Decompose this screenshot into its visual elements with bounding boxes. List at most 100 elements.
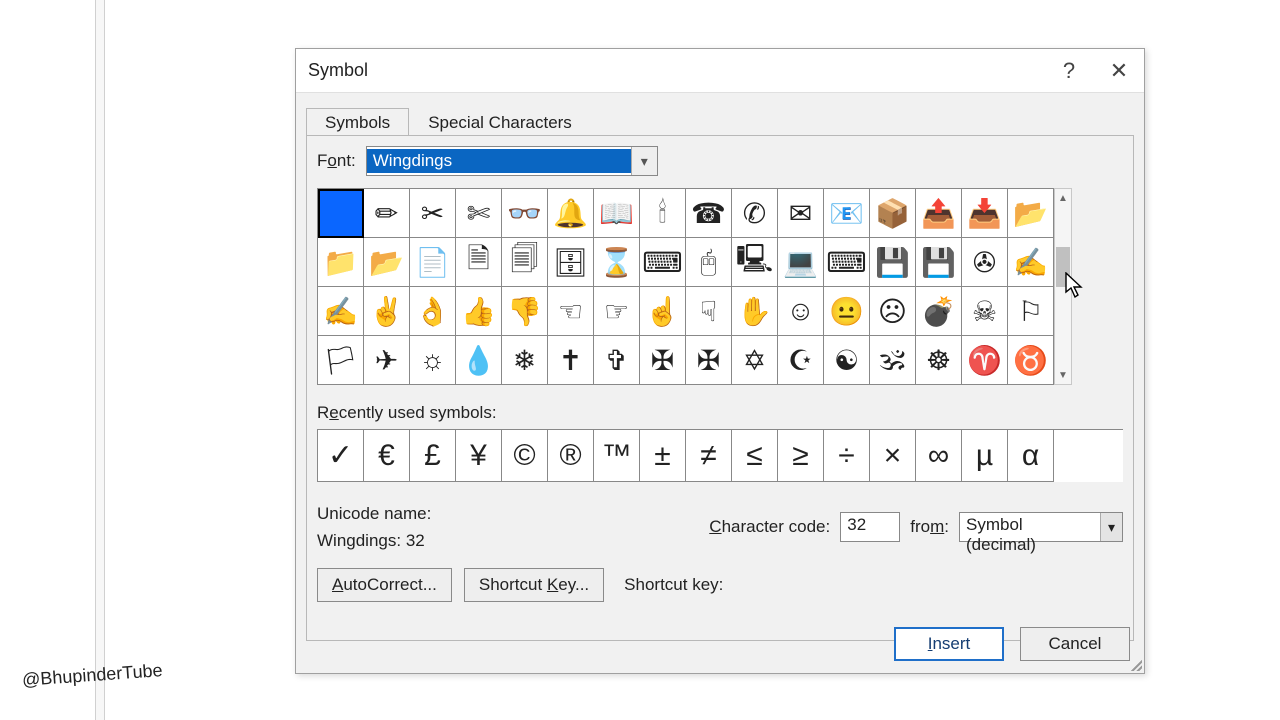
symbol-cell[interactable]: ✂ xyxy=(410,189,456,238)
symbol-cell[interactable]: 🗐 xyxy=(502,238,548,287)
symbol-cell[interactable]: 📤 xyxy=(916,189,962,238)
symbol-cell[interactable]: ♉ xyxy=(1008,336,1054,385)
scroll-up-icon[interactable]: ▲ xyxy=(1055,189,1071,207)
character-code-input[interactable]: 32 xyxy=(840,512,900,542)
symbol-cell[interactable]: ☪ xyxy=(778,336,824,385)
recent-symbol-cell[interactable]: ™ xyxy=(594,430,640,482)
symbol-cell[interactable]: ✄ xyxy=(456,189,502,238)
symbol-cell[interactable]: ☸ xyxy=(916,336,962,385)
symbol-cell[interactable]: ☯ xyxy=(824,336,870,385)
symbol-cell[interactable]: 👓 xyxy=(502,189,548,238)
symbol-cell[interactable]: ✞ xyxy=(594,336,640,385)
from-value: Symbol (decimal) xyxy=(960,513,1100,541)
recent-symbol-cell[interactable]: ± xyxy=(640,430,686,482)
symbol-cell[interactable]: 👍 xyxy=(456,287,502,336)
symbol-cell[interactable]: ♈ xyxy=(962,336,1008,385)
symbol-cell[interactable]: 🗄 xyxy=(548,238,594,287)
recent-symbol-cell[interactable]: ≥ xyxy=(778,430,824,482)
symbol-cell[interactable]: 📧 xyxy=(824,189,870,238)
symbol-cell[interactable]: ⚐ xyxy=(1008,287,1054,336)
scroll-thumb[interactable] xyxy=(1056,247,1070,287)
symbol-cell[interactable]: 📦 xyxy=(870,189,916,238)
font-combobox[interactable]: Wingdings ▾ xyxy=(366,146,658,176)
symbol-cell[interactable]: 📂 xyxy=(1008,189,1054,238)
symbol-cell[interactable]: 💧 xyxy=(456,336,502,385)
symbol-cell[interactable]: ✉ xyxy=(778,189,824,238)
symbol-cell[interactable]: 🖰 xyxy=(686,238,732,287)
symbol-cell[interactable]: 🖳 xyxy=(732,238,778,287)
symbol-cell[interactable]: ✋ xyxy=(732,287,778,336)
recent-symbol-cell[interactable]: ≤ xyxy=(732,430,778,482)
recent-symbol-cell[interactable]: € xyxy=(364,430,410,482)
tab-symbols[interactable]: Symbols xyxy=(306,108,409,136)
symbol-cell[interactable]: ☎ xyxy=(686,189,732,238)
symbol-cell[interactable]: ☟ xyxy=(686,287,732,336)
tab-panel-symbols: Font: Wingdings ▾ ✏✂✄👓🔔📖🕯☎✆✉📧📦📤📥📂📁📂📄🗎🗐🗄⌛… xyxy=(306,135,1134,641)
recent-symbol-cell[interactable]: ÷ xyxy=(824,430,870,482)
symbol-cell[interactable]: ☼ xyxy=(410,336,456,385)
symbol-cell[interactable]: ☺ xyxy=(778,287,824,336)
symbol-cell[interactable]: ✈ xyxy=(364,336,410,385)
recent-symbol-cell[interactable]: ≠ xyxy=(686,430,732,482)
help-button[interactable]: ? xyxy=(1044,49,1094,93)
symbol-cell[interactable]: ☹ xyxy=(870,287,916,336)
symbol-cell[interactable]: 💻 xyxy=(778,238,824,287)
symbol-cell[interactable]: ✇ xyxy=(962,238,1008,287)
symbol-cell[interactable]: ✡ xyxy=(732,336,778,385)
symbol-cell[interactable]: 🏳 xyxy=(318,336,364,385)
scroll-down-icon[interactable]: ▼ xyxy=(1055,366,1071,384)
symbol-cell[interactable]: ⌨ xyxy=(824,238,870,287)
recent-symbol-cell[interactable]: α xyxy=(1008,430,1054,482)
symbol-cell[interactable]: 💣 xyxy=(916,287,962,336)
recent-symbol-cell[interactable]: ✓ xyxy=(318,430,364,482)
symbol-cell[interactable]: ⌛ xyxy=(594,238,640,287)
symbol-cell[interactable]: 🗎 xyxy=(456,238,502,287)
dialog-title: Symbol xyxy=(308,60,368,81)
autocorrect-button[interactable]: AutoCorrect... xyxy=(317,568,452,602)
recent-symbol-cell[interactable]: ® xyxy=(548,430,594,482)
symbol-cell[interactable]: ✌ xyxy=(364,287,410,336)
recent-symbol-cell[interactable]: ¥ xyxy=(456,430,502,482)
grid-scrollbar[interactable]: ▲ ▼ xyxy=(1054,188,1072,385)
symbol-cell[interactable]: ☠ xyxy=(962,287,1008,336)
symbol-cell[interactable]: ✝ xyxy=(548,336,594,385)
tab-special-characters[interactable]: Special Characters xyxy=(409,108,591,136)
symbol-cell[interactable]: 🕯 xyxy=(640,189,686,238)
recent-symbol-cell[interactable]: µ xyxy=(962,430,1008,482)
cancel-button[interactable]: Cancel xyxy=(1020,627,1130,661)
symbol-cell[interactable]: 📖 xyxy=(594,189,640,238)
symbol-cell[interactable]: ☜ xyxy=(548,287,594,336)
symbol-cell[interactable]: ✍ xyxy=(318,287,364,336)
symbol-cell[interactable]: 👎 xyxy=(502,287,548,336)
symbol-cell[interactable]: ✆ xyxy=(732,189,778,238)
recent-symbol-cell[interactable]: ∞ xyxy=(916,430,962,482)
recent-symbol-cell[interactable]: × xyxy=(870,430,916,482)
symbol-cell[interactable]: 📄 xyxy=(410,238,456,287)
insert-button[interactable]: Insert xyxy=(894,627,1004,661)
symbol-cell[interactable]: 👌 xyxy=(410,287,456,336)
resize-grip[interactable] xyxy=(1128,657,1142,671)
symbol-cell[interactable]: ✏ xyxy=(364,189,410,238)
symbol-cell[interactable]: 📁 xyxy=(318,238,364,287)
symbol-cell[interactable]: 💾 xyxy=(916,238,962,287)
symbol-cell[interactable]: 📂 xyxy=(364,238,410,287)
recent-symbol-cell[interactable]: £ xyxy=(410,430,456,482)
symbol-cell[interactable]: ❄ xyxy=(502,336,548,385)
symbol-cell[interactable]: 🕉 xyxy=(870,336,916,385)
symbol-cell[interactable]: 🔔 xyxy=(548,189,594,238)
symbol-cell[interactable]: ☞ xyxy=(594,287,640,336)
symbol-cell[interactable]: ☝ xyxy=(640,287,686,336)
close-button[interactable]: ✕ xyxy=(1094,49,1144,93)
recent-symbol-cell[interactable]: © xyxy=(502,430,548,482)
symbol-cell[interactable]: ✍ xyxy=(1008,238,1054,287)
symbol-cell[interactable]: 💾 xyxy=(870,238,916,287)
symbol-cell[interactable]: ✠ xyxy=(640,336,686,385)
symbol-cell[interactable]: 📥 xyxy=(962,189,1008,238)
symbol-cell[interactable]: 😐 xyxy=(824,287,870,336)
symbol-cell[interactable]: ⌨ xyxy=(640,238,686,287)
from-combobox[interactable]: Symbol (decimal) ▾ xyxy=(959,512,1123,542)
shortcut-key-button[interactable]: Shortcut Key... xyxy=(464,568,604,602)
symbol-cell[interactable]: ✠ xyxy=(686,336,732,385)
symbol-cell[interactable] xyxy=(318,189,364,238)
font-value: Wingdings xyxy=(367,149,631,173)
